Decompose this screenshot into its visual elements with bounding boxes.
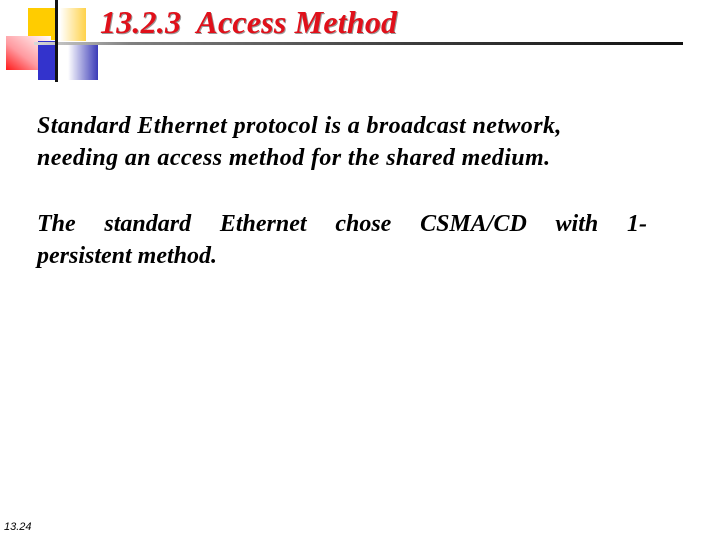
paragraph-1-line-2: needing an access method for the shared … xyxy=(37,145,551,171)
vertical-rule xyxy=(55,0,58,82)
slide-title: 13.2.3 Access Method xyxy=(100,4,398,40)
body-paragraph-1: Standard Ethernet protocol is a broadcas… xyxy=(37,110,647,174)
paragraph-2-line-1: The standard Ethernet chose CSMA/CD with… xyxy=(37,211,647,237)
yellow-gradient-square-icon xyxy=(60,8,86,41)
body-paragraph-2: The standard Ethernet chose CSMA/CD with… xyxy=(37,208,647,272)
paragraph-2-line-2: persistent method. xyxy=(37,243,218,269)
slide-number: 13.24 xyxy=(4,521,32,533)
paragraph-1-line-1: Standard Ethernet protocol is a broadcas… xyxy=(37,113,562,139)
blue-gradient-square-icon xyxy=(68,42,98,80)
title-underline xyxy=(34,42,683,45)
